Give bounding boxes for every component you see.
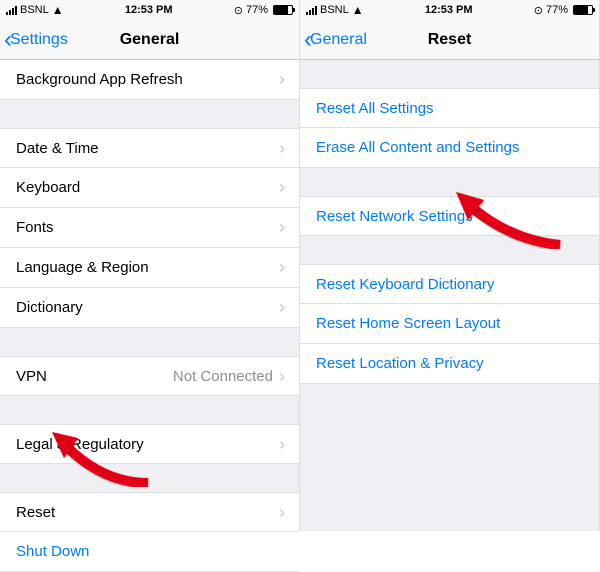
row-label: Reset Network Settings bbox=[316, 208, 585, 225]
row-label: Reset bbox=[16, 504, 279, 521]
nav-bar: ‹ General Reset bbox=[300, 20, 599, 60]
row-reset-network-settings[interactable]: Reset Network Settings bbox=[300, 196, 599, 236]
reset-list: Reset All Settings Erase All Content and… bbox=[300, 60, 599, 384]
chevron-right-icon: › bbox=[279, 366, 285, 387]
row-label: Erase All Content and Settings bbox=[316, 139, 585, 156]
page-title: General bbox=[120, 31, 180, 49]
chevron-right-icon: › bbox=[279, 502, 285, 523]
carrier-label: BSNL bbox=[320, 4, 349, 16]
row-reset-home-screen[interactable]: Reset Home Screen Layout bbox=[300, 304, 599, 344]
battery-percent: 77% bbox=[246, 4, 268, 16]
chevron-right-icon: › bbox=[279, 217, 285, 238]
right-screen: BSNL ▲ 12:53 PM ⊙ 77% ‹ General Reset Re… bbox=[300, 0, 600, 531]
carrier-label: BSNL bbox=[20, 4, 49, 16]
row-label: Reset Keyboard Dictionary bbox=[316, 276, 585, 293]
row-dictionary[interactable]: Dictionary › bbox=[0, 288, 299, 328]
status-bar: BSNL ▲ 12:53 PM ⊙ 77% bbox=[300, 0, 599, 20]
battery-icon bbox=[573, 5, 593, 15]
row-language-region[interactable]: Language & Region › bbox=[0, 248, 299, 288]
battery-icon bbox=[273, 5, 293, 15]
row-label: Language & Region bbox=[16, 259, 279, 276]
group-separator bbox=[0, 328, 299, 356]
row-background-app-refresh[interactable]: Background App Refresh › bbox=[0, 60, 299, 100]
chevron-right-icon: › bbox=[279, 297, 285, 318]
back-label: General bbox=[310, 31, 367, 49]
group-separator bbox=[300, 236, 599, 264]
row-label: Fonts bbox=[16, 219, 279, 236]
clock: 12:53 PM bbox=[425, 4, 473, 16]
signal-icon bbox=[6, 5, 17, 15]
chevron-right-icon: › bbox=[279, 177, 285, 198]
row-reset-all-settings[interactable]: Reset All Settings bbox=[300, 88, 599, 128]
page-title: Reset bbox=[428, 31, 472, 49]
nav-bar: ‹ Settings General bbox=[0, 20, 299, 60]
row-label: Dictionary bbox=[16, 299, 279, 316]
alarm-icon: ⊙ bbox=[234, 4, 243, 17]
status-bar: BSNL ▲ 12:53 PM ⊙ 77% bbox=[0, 0, 299, 20]
row-vpn[interactable]: VPN Not Connected › bbox=[0, 356, 299, 396]
row-label: Reset All Settings bbox=[316, 100, 585, 117]
row-label: Shut Down bbox=[16, 543, 285, 560]
back-button[interactable]: ‹ Settings bbox=[0, 28, 68, 52]
row-detail: Not Connected bbox=[173, 368, 273, 385]
chevron-right-icon: › bbox=[279, 434, 285, 455]
row-reset[interactable]: Reset › bbox=[0, 492, 299, 532]
battery-percent: 77% bbox=[546, 4, 568, 16]
left-screen: BSNL ▲ 12:53 PM ⊙ 77% ‹ Settings General… bbox=[0, 0, 300, 531]
row-erase-all-content[interactable]: Erase All Content and Settings bbox=[300, 128, 599, 168]
clock: 12:53 PM bbox=[125, 4, 173, 16]
row-reset-keyboard-dictionary[interactable]: Reset Keyboard Dictionary bbox=[300, 264, 599, 304]
row-label: VPN bbox=[16, 368, 173, 385]
row-fonts[interactable]: Fonts › bbox=[0, 208, 299, 248]
back-label: Settings bbox=[10, 31, 68, 49]
row-legal-regulatory[interactable]: Legal & Regulatory › bbox=[0, 424, 299, 464]
chevron-right-icon: › bbox=[279, 257, 285, 278]
chevron-right-icon: › bbox=[279, 138, 285, 159]
row-label: Background App Refresh bbox=[16, 71, 279, 88]
row-label: Reset Location & Privacy bbox=[316, 355, 585, 372]
settings-list: Background App Refresh › Date & Time › K… bbox=[0, 60, 299, 572]
row-label: Reset Home Screen Layout bbox=[316, 315, 585, 332]
wifi-icon: ▲ bbox=[352, 3, 364, 17]
group-separator bbox=[300, 168, 599, 196]
row-label: Legal & Regulatory bbox=[16, 436, 279, 453]
group-separator bbox=[300, 60, 599, 88]
row-label: Keyboard bbox=[16, 179, 279, 196]
row-reset-location-privacy[interactable]: Reset Location & Privacy bbox=[300, 344, 599, 384]
group-separator bbox=[0, 100, 299, 128]
group-separator bbox=[0, 464, 299, 492]
back-button[interactable]: ‹ General bbox=[300, 28, 367, 52]
row-label: Date & Time bbox=[16, 140, 279, 157]
row-keyboard[interactable]: Keyboard › bbox=[0, 168, 299, 208]
row-shut-down[interactable]: Shut Down bbox=[0, 532, 299, 572]
chevron-right-icon: › bbox=[279, 69, 285, 90]
group-separator bbox=[0, 396, 299, 424]
wifi-icon: ▲ bbox=[52, 3, 64, 17]
alarm-icon: ⊙ bbox=[534, 4, 543, 17]
row-date-time[interactable]: Date & Time › bbox=[0, 128, 299, 168]
signal-icon bbox=[306, 5, 317, 15]
